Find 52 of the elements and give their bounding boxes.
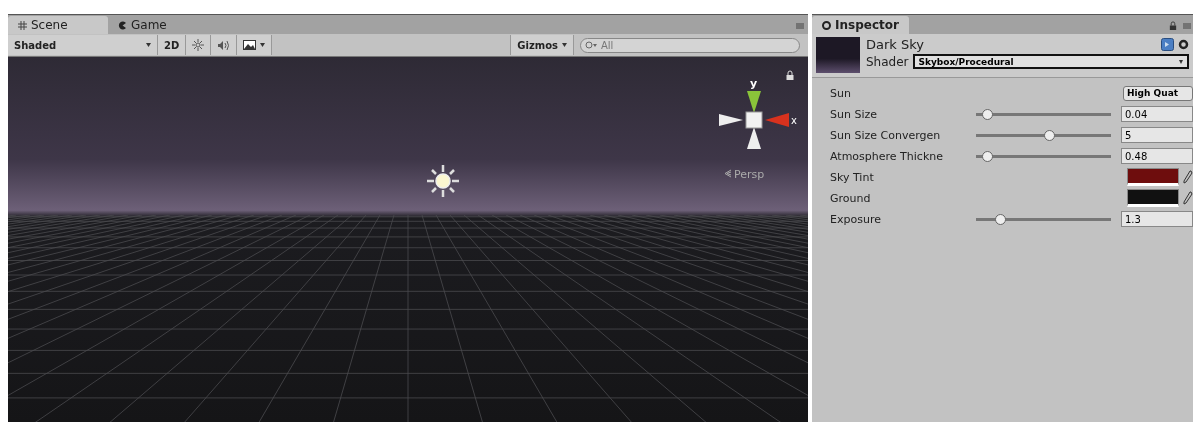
slider-thumb[interactable]	[995, 213, 1007, 225]
caret-icon	[562, 43, 567, 47]
slider-thumb[interactable]	[981, 108, 993, 120]
image-icon	[243, 40, 257, 50]
eyedropper-icon[interactable]	[1183, 191, 1193, 205]
value-field[interactable]: 1.3	[1121, 211, 1193, 227]
search-field[interactable]: All	[580, 37, 800, 53]
inspector-tab[interactable]: Inspector	[812, 16, 909, 34]
slider-thumb[interactable]	[1043, 129, 1055, 141]
eyedropper-icon[interactable]	[1183, 170, 1193, 184]
sun-icon	[425, 163, 461, 199]
caret-icon	[146, 43, 151, 47]
lighting-toggle[interactable]	[186, 35, 212, 55]
info-icon	[822, 20, 831, 30]
shading-dropdown[interactable]: Shaded	[8, 35, 158, 55]
chevron-icon	[724, 169, 732, 178]
projection-label[interactable]: Persp	[724, 168, 765, 181]
property-label: Sun	[830, 86, 852, 100]
material-name: Dark Sky	[866, 37, 925, 52]
dropdown[interactable]: High Quat	[1123, 85, 1193, 101]
lock-icon[interactable]	[1169, 21, 1177, 30]
color-swatch[interactable]	[1127, 189, 1179, 207]
pacman-icon	[118, 20, 127, 30]
property-label: Sun Size Convergen	[830, 128, 942, 142]
2d-toggle[interactable]: 2D	[158, 35, 187, 55]
property-label: Atmosphere Thickne	[830, 149, 944, 163]
caret-icon	[1179, 59, 1183, 64]
gear-icon[interactable]	[1178, 39, 1189, 50]
shader-dropdown[interactable]: Skybox/Procedural	[912, 54, 1189, 69]
property-label: Exposure	[830, 212, 882, 226]
orientation-gizmo[interactable]: y x	[713, 77, 803, 161]
material-preview	[816, 37, 860, 73]
property-label: Sun Size	[830, 107, 878, 121]
effects-dropdown[interactable]	[237, 35, 273, 55]
scene-viewport[interactable]: y x Persp	[8, 57, 808, 422]
grid-icon	[18, 20, 27, 30]
search-icon	[585, 40, 597, 50]
panel-tab[interactable]: Scene	[8, 16, 108, 34]
property-label: Ground	[830, 191, 872, 205]
gizmos-dropdown[interactable]: Gizmos	[510, 35, 574, 55]
slider-thumb[interactable]	[981, 150, 993, 162]
sun-icon	[192, 39, 205, 51]
color-swatch[interactable]	[1127, 168, 1179, 186]
value-field[interactable]: 0.04	[1121, 106, 1193, 122]
property-label: Sky Tint	[830, 170, 875, 184]
caret-icon	[260, 43, 266, 47]
audio-toggle[interactable]	[211, 35, 238, 55]
lock-icon[interactable]	[786, 70, 794, 80]
speaker-icon	[217, 39, 231, 51]
value-field[interactable]: 5	[1121, 127, 1193, 143]
shader-label: Shader	[866, 54, 909, 69]
value-field[interactable]: 0.48	[1121, 148, 1193, 164]
